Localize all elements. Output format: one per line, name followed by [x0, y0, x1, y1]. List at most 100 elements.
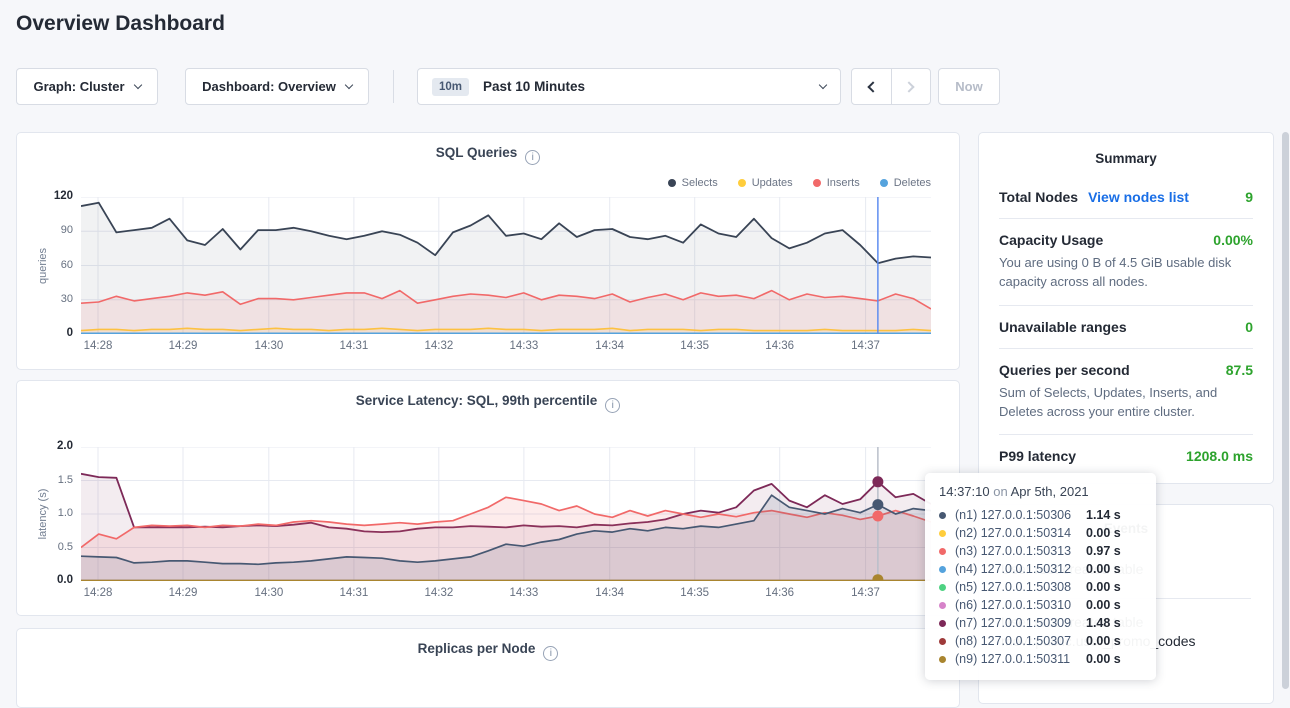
y-axis-tick: 0.0 — [31, 574, 73, 586]
y-axis-tick: 0.5 — [31, 541, 73, 553]
service-latency-chart[interactable] — [81, 447, 931, 581]
legend-item-deletes[interactable]: Deletes — [880, 177, 931, 189]
x-axis-tick: 14:31 — [326, 340, 382, 352]
x-axis-tick: 14:28 — [70, 587, 126, 599]
tooltip-node-value: 0.00 s — [1086, 634, 1121, 648]
now-button[interactable]: Now — [938, 68, 1000, 105]
y-axis-label: queries — [37, 247, 49, 283]
tooltip-timestamp: 14:37:10 on Apr 5th, 2021 — [939, 484, 1142, 499]
dashboard-dropdown[interactable]: Dashboard: Overview — [185, 68, 369, 105]
x-axis-tick: 14:29 — [155, 587, 211, 599]
time-back-button[interactable] — [852, 69, 891, 104]
chart-title-text: SQL Queries — [436, 145, 518, 160]
legend-dot-icon — [813, 179, 821, 187]
view-nodes-link[interactable]: View nodes list — [1088, 189, 1189, 205]
summary-row: P99 latency1208.0 ms — [999, 435, 1253, 477]
chart-title-text: Replicas per Node — [418, 641, 536, 656]
toolbar-divider — [393, 70, 394, 103]
y-axis-tick: 1.5 — [31, 474, 73, 486]
x-axis-tick: 14:32 — [411, 587, 467, 599]
chart-title-text: Service Latency: SQL, 99th percentile — [356, 393, 598, 408]
info-icon[interactable]: i — [543, 646, 558, 661]
tooltip-node-value: 0.00 s — [1086, 652, 1121, 666]
tooltip-node-row: (n1) 127.0.0.1:503061.14 s — [939, 506, 1142, 524]
x-axis-tick: 14:37 — [838, 340, 894, 352]
tooltip-date: Apr 5th, 2021 — [1011, 484, 1089, 499]
summary-label: Total Nodes — [999, 189, 1078, 205]
x-axis-tick: 14:31 — [326, 587, 382, 599]
y-axis-tick: 30 — [31, 293, 73, 305]
legend-dot-icon — [668, 179, 676, 187]
tooltip-node-label: (n1) 127.0.0.1:50306 — [955, 508, 1086, 522]
summary-value: 0.00% — [1213, 232, 1253, 248]
summary-row: Total Nodes View nodes list 9 — [999, 176, 1253, 219]
tooltip-node-label: (n8) 127.0.0.1:50307 — [955, 634, 1086, 648]
legend-dot-icon — [738, 179, 746, 187]
chevron-right-icon — [904, 81, 915, 92]
tooltip-node-value: 1.48 s — [1086, 616, 1121, 630]
tooltip-node-value: 0.00 s — [1086, 526, 1121, 540]
summary-value: 9 — [1245, 189, 1253, 205]
chart-title: Replicas per Node i — [17, 641, 959, 661]
series-dot-icon — [939, 512, 946, 519]
tooltip-node-value: 1.14 s — [1086, 508, 1121, 522]
info-icon[interactable]: i — [525, 150, 540, 165]
time-range-selector[interactable]: 10m Past 10 Minutes — [417, 68, 841, 105]
y-axis-label: latency (s) — [37, 489, 49, 540]
x-axis-tick: 14:36 — [752, 587, 808, 599]
tooltip-node-label: (n7) 127.0.0.1:50309 — [955, 616, 1086, 630]
time-forward-button[interactable] — [891, 69, 931, 104]
x-axis-tick: 14:35 — [667, 340, 723, 352]
chevron-down-icon — [819, 81, 827, 89]
tooltip-time: 14:37:10 — [939, 484, 990, 499]
legend-label: Deletes — [894, 177, 931, 189]
x-axis-tick: 14:30 — [241, 340, 297, 352]
y-axis-tick: 120 — [31, 190, 73, 202]
x-axis-tick: 14:35 — [667, 587, 723, 599]
summary-row: Unavailable ranges0 — [999, 306, 1253, 349]
legend-item-selects[interactable]: Selects — [668, 177, 718, 189]
legend-label: Updates — [752, 177, 793, 189]
vertical-scrollbar[interactable] — [1282, 132, 1289, 689]
summary-label: Capacity Usage — [999, 232, 1103, 248]
summary-label: Unavailable ranges — [999, 319, 1127, 335]
series-dot-icon — [939, 548, 946, 555]
summary-subtext: You are using 0 B of 4.5 GiB usable disk… — [999, 254, 1253, 292]
info-icon[interactable]: i — [605, 398, 620, 413]
tooltip-node-row: (n7) 127.0.0.1:503091.48 s — [939, 614, 1142, 632]
series-dot-icon — [939, 656, 946, 663]
tooltip-node-row: (n9) 127.0.0.1:503110.00 s — [939, 650, 1142, 668]
tooltip-node-row: (n8) 127.0.0.1:503070.00 s — [939, 632, 1142, 650]
tooltip-node-label: (n5) 127.0.0.1:50308 — [955, 580, 1086, 594]
tooltip-node-label: (n4) 127.0.0.1:50312 — [955, 562, 1086, 576]
x-axis-tick: 14:36 — [752, 340, 808, 352]
sql-queries-chart[interactable] — [81, 197, 931, 334]
x-axis-tick: 14:34 — [582, 587, 638, 599]
x-axis-tick: 14:28 — [70, 340, 126, 352]
x-axis-tick: 14:33 — [496, 587, 552, 599]
x-axis-tick: 14:37 — [838, 587, 894, 599]
graph-dropdown[interactable]: Graph: Cluster — [16, 68, 158, 105]
summary-value: 1208.0 ms — [1186, 448, 1253, 464]
tooltip-node-value: 0.00 s — [1086, 598, 1121, 612]
time-range-badge: 10m — [432, 78, 469, 96]
y-axis-tick: 0 — [31, 327, 73, 339]
summary-label: Queries per second — [999, 362, 1130, 378]
legend-label: Inserts — [827, 177, 860, 189]
chart-title: SQL Queries i — [17, 145, 959, 165]
dashboard-dropdown-label: Dashboard: Overview — [202, 79, 336, 94]
x-axis-tick: 14:29 — [155, 340, 211, 352]
summary-value: 87.5 — [1226, 362, 1253, 378]
x-axis-tick: 14:33 — [496, 340, 552, 352]
legend-item-updates[interactable]: Updates — [738, 177, 793, 189]
tooltip-node-value: 0.00 s — [1086, 562, 1121, 576]
chevron-left-icon — [867, 81, 878, 92]
page-title: Overview Dashboard — [16, 12, 225, 36]
series-dot-icon — [939, 638, 946, 645]
chevron-down-icon — [345, 81, 353, 89]
tooltip-node-value: 0.97 s — [1086, 544, 1121, 558]
tooltip-node-label: (n2) 127.0.0.1:50314 — [955, 526, 1086, 540]
replicas-per-node-card: Replicas per Node i — [16, 628, 960, 708]
y-axis-tick: 90 — [31, 224, 73, 236]
legend-item-inserts[interactable]: Inserts — [813, 177, 860, 189]
